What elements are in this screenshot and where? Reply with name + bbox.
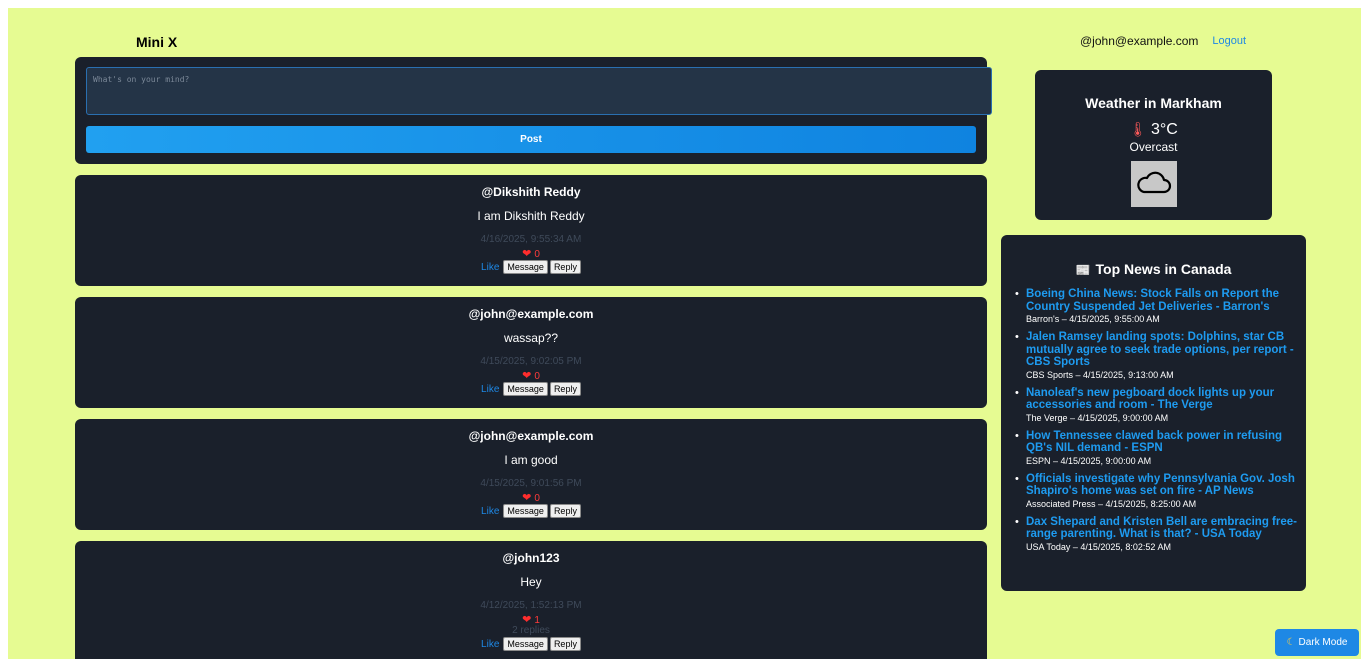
logout-link[interactable]: Logout [1212, 35, 1246, 47]
post-actions: Like Message Reply [75, 260, 987, 274]
news-item: Officials investigate why Pennsylvania G… [1015, 473, 1301, 509]
weather-title: Weather in Markham [1085, 95, 1222, 111]
heart-icon: ❤ [522, 370, 532, 382]
message-button[interactable]: Message [503, 504, 548, 518]
news-title-text: Top News in Canada [1095, 261, 1232, 277]
post-card: @john@example.com I am good 4/15/2025, 9… [75, 419, 987, 530]
like-button[interactable]: Like [481, 639, 499, 650]
post-body: Hey [520, 575, 542, 589]
news-list: Boeing China News: Stock Falls on Report… [1015, 288, 1301, 559]
moon-icon: ☾ [1286, 637, 1296, 648]
newspaper-icon: 📰 [1075, 263, 1091, 277]
post-body: wassap?? [503, 331, 559, 345]
post-composer: Post [75, 57, 992, 164]
post-body: I am good [504, 453, 558, 467]
news-item: Jalen Ramsey landing spots: Dolphins, st… [1015, 331, 1301, 380]
news-headline-link[interactable]: How Tennessee clawed back power in refus… [1026, 430, 1301, 455]
app-logo[interactable]: Mini X [136, 34, 177, 50]
reply-button[interactable]: Reply [549, 637, 581, 651]
like-count: ❤ 0 [75, 247, 987, 260]
like-button[interactable]: Like [481, 506, 499, 517]
post-author[interactable]: @Dikshith Reddy [75, 185, 987, 199]
post-button[interactable]: Post [86, 126, 976, 153]
thermometer-icon: 🌡 [1129, 121, 1147, 137]
news-item: Boeing China News: Stock Falls on Report… [1015, 288, 1301, 324]
post-author[interactable]: @john@example.com [75, 429, 987, 443]
page: Mini X @john@example.com Logout Post @Di… [8, 8, 1361, 659]
post-timestamp: 4/15/2025, 9:02:05 PM [480, 356, 582, 367]
news-meta: ESPN – 4/15/2025, 9:00:00 AM [1026, 455, 1152, 466]
message-button[interactable]: Message [503, 382, 548, 396]
news-item: Dax Shepard and Kristen Bell are embraci… [1015, 516, 1301, 552]
news-meta: The Verge – 4/15/2025, 9:00:00 AM [1026, 412, 1169, 423]
news-meta: CBS Sports – 4/15/2025, 9:13:00 AM [1026, 369, 1174, 380]
news-headline-link[interactable]: Dax Shepard and Kristen Bell are embraci… [1026, 516, 1301, 541]
like-count: ❤ 0 [75, 369, 987, 382]
temperature-value: 3°C [1150, 121, 1178, 138]
post-actions: Like Message Reply [75, 382, 987, 396]
post-input[interactable] [86, 67, 992, 115]
news-headline-link[interactable]: Nanoleaf's new pegboard dock lights up y… [1026, 387, 1301, 412]
news-meta: Associated Press – 4/15/2025, 8:25:00 AM [1026, 498, 1197, 509]
news-item: How Tennessee clawed back power in refus… [1015, 430, 1301, 466]
dark-mode-toggle[interactable]: ☾ Dark Mode [1275, 629, 1359, 656]
cloud-icon [1131, 161, 1177, 207]
news-headline-link[interactable]: Jalen Ramsey landing spots: Dolphins, st… [1026, 331, 1301, 369]
post-actions: Like Message Reply [75, 504, 987, 518]
dark-mode-label: Dark Mode [1298, 637, 1348, 648]
message-button[interactable]: Message [503, 260, 548, 274]
user-email: @john@example.com [1080, 34, 1199, 48]
post-author[interactable]: @john@example.com [75, 307, 987, 321]
post-timestamp: 4/15/2025, 9:01:56 PM [480, 478, 582, 489]
post-card: @Dikshith Reddy I am Dikshith Reddy 4/16… [75, 175, 987, 286]
post-body: I am Dikshith Reddy [477, 209, 585, 223]
heart-icon: ❤ [522, 492, 532, 504]
weather-temperature: 🌡 3°C [1035, 121, 1272, 139]
weather-condition: Overcast [1129, 140, 1178, 154]
news-widget: 📰 Top News in Canada Boeing China News: S… [1001, 235, 1306, 591]
news-item: Nanoleaf's new pegboard dock lights up y… [1015, 387, 1301, 423]
post-card: @john123 Hey 4/12/2025, 1:52:13 PM ❤ 1 2 … [75, 541, 987, 659]
like-count-value: 0 [534, 249, 540, 260]
news-meta: USA Today – 4/15/2025, 8:02:52 AM [1026, 541, 1171, 552]
reply-button[interactable]: Reply [549, 504, 581, 518]
news-headline-link[interactable]: Boeing China News: Stock Falls on Report… [1026, 288, 1301, 313]
post-card: @john@example.com wassap?? 4/15/2025, 9:… [75, 297, 987, 408]
news-meta: Barron's – 4/15/2025, 9:55:00 AM [1026, 314, 1160, 324]
news-headline-link[interactable]: Officials investigate why Pennsylvania G… [1026, 473, 1301, 498]
post-author[interactable]: @john123 [75, 551, 987, 565]
post-actions: Like Message Reply [75, 637, 987, 651]
news-title: 📰 Top News in Canada [1001, 261, 1306, 277]
post-timestamp: 4/12/2025, 1:52:13 PM [480, 600, 582, 611]
like-count: ❤ 0 [75, 491, 987, 504]
reply-button[interactable]: Reply [549, 260, 581, 274]
post-timestamp: 4/16/2025, 9:55:34 AM [480, 234, 582, 245]
like-button[interactable]: Like [481, 262, 499, 273]
reply-button[interactable]: Reply [549, 382, 581, 396]
weather-widget: Weather in Markham 🌡 3°C Overcast [1035, 70, 1272, 220]
like-count-value: 0 [534, 493, 540, 504]
like-button[interactable]: Like [481, 384, 499, 395]
message-button[interactable]: Message [503, 637, 548, 651]
user-area: @john@example.com Logout [1080, 34, 1246, 48]
reply-count[interactable]: 2 replies [75, 625, 987, 636]
like-count-value: 0 [534, 371, 540, 382]
heart-icon: ❤ [522, 248, 532, 260]
